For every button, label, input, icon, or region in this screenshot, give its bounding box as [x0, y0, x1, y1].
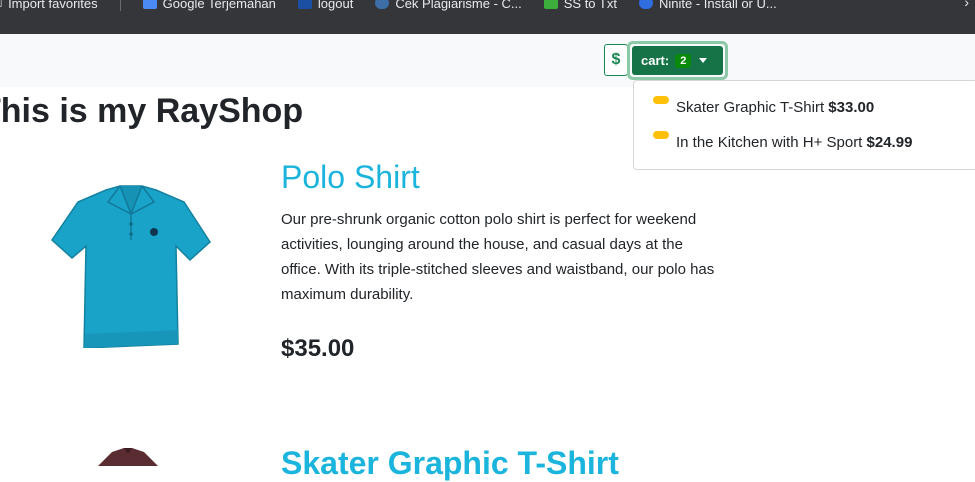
bookmark-import-favorites[interactable]: ⇲ Import favorites — [0, 0, 98, 11]
cart-item-price: $24.99 — [866, 134, 913, 151]
bookmark-label: Google Terjemahan — [162, 0, 276, 11]
product-title[interactable]: Polo Shirt — [281, 159, 420, 196]
bookmark-cek-plagiarisme[interactable]: Cek Plagiarisme - C... — [375, 0, 522, 11]
cart-item[interactable]: Skater Graphic T-Shirt $33.00 — [634, 96, 974, 120]
bookmark-label: Cek Plagiarisme - C... — [395, 0, 522, 11]
bookmark-label: logout — [317, 0, 354, 11]
bookmark-label: SS to Txt — [563, 0, 617, 11]
logout-icon — [297, 0, 312, 9]
skater-tshirt-image — [98, 448, 158, 466]
product-price: $35.00 — [281, 335, 355, 362]
chevron-down-icon — [699, 58, 708, 63]
bookmark-logout[interactable]: logout — [297, 0, 354, 11]
currency-symbol: $ — [611, 51, 621, 68]
ss-to-txt-icon — [543, 0, 558, 9]
ninite-icon — [638, 0, 653, 9]
cart-item[interactable]: In the Kitchen with H+ Sport $24.99 — [634, 131, 974, 155]
cart-item-name: Skater Graphic T-Shirt — [676, 99, 825, 116]
import-icon: ⇲ — [0, 0, 2, 10]
currency-button[interactable]: $ — [604, 44, 628, 76]
plagiarism-icon — [375, 0, 390, 9]
bookmark-google-translate[interactable]: Google Terjemahan — [142, 0, 276, 11]
cart-item-text: In the Kitchen with H+ Sport $24.99 — [676, 134, 912, 151]
cart-item-price: $33.00 — [828, 99, 875, 116]
page-title: This is my RayShop — [0, 92, 304, 130]
cart-button-focus-ring: cart: 2 — [627, 41, 728, 80]
cart-dropdown-menu: Skater Graphic T-Shirt $33.00 In the Kit… — [633, 80, 975, 170]
cart-item-badge — [653, 131, 669, 139]
cart-label: cart: — [641, 53, 670, 68]
cart-item-badge — [653, 96, 669, 104]
translate-icon — [142, 0, 157, 9]
product-description: Our pre-shrunk organic cotton polo shirt… — [281, 211, 715, 303]
bookmark-label: Import favorites — [8, 0, 98, 11]
cart-count-badge: 2 — [675, 53, 692, 68]
product-title[interactable]: Skater Graphic T-Shirt — [281, 445, 619, 482]
bookmarks-overflow-icon[interactable]: › — [964, 0, 969, 10]
bookmark-separator — [119, 0, 121, 11]
bookmark-ninite[interactable]: Ninite - Install or U... — [638, 0, 777, 11]
cart-item-name: In the Kitchen with H+ Sport — [676, 134, 863, 151]
cart-item-text: Skater Graphic T-Shirt $33.00 — [676, 99, 874, 116]
bookmarks-bar: ⇲ Import favorites Google Terjemahan log… — [0, 0, 975, 34]
cart-dropdown-button[interactable]: cart: 2 — [632, 46, 723, 75]
bookmark-label: Ninite - Install or U... — [658, 0, 777, 11]
polo-shirt-image — [51, 185, 211, 348]
bookmark-ss-to-txt[interactable]: SS to Txt — [543, 0, 617, 11]
